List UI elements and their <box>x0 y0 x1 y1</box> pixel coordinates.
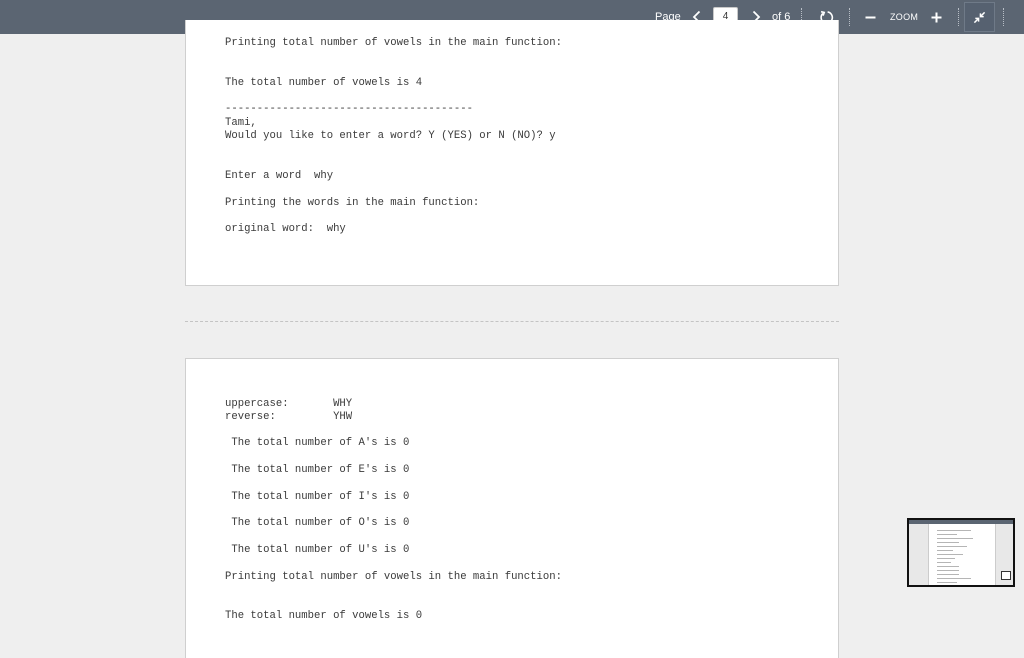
document-text-line: The total number of U's is 0 <box>225 544 410 556</box>
zoom-label: ZOOM <box>890 12 919 22</box>
document-text-line: The total number of E's is 0 <box>225 464 410 476</box>
page-separator <box>185 321 839 322</box>
toolbar-divider <box>849 8 850 26</box>
page-thumbnail-navigator[interactable] <box>907 518 1015 587</box>
document-text-line: Enter a word why <box>225 170 334 182</box>
document-text-line: reverse: YHW <box>225 411 353 423</box>
document-page: uppercase: WHY reverse: YHW The total nu… <box>185 358 839 658</box>
document-text-line: uppercase: WHY <box>225 398 353 410</box>
document-text-line: The total number of I's is 0 <box>225 491 410 503</box>
thumbnail-viewport-box[interactable] <box>1001 571 1011 580</box>
document-text-line: Printing the words in the main function: <box>225 197 480 209</box>
zoom-in-button[interactable] <box>928 0 944 34</box>
toolbar-divider <box>1003 8 1004 26</box>
toolbar-divider <box>958 8 959 26</box>
page-thumbnail-icon <box>928 524 996 585</box>
minus-icon <box>865 16 875 18</box>
document-text-line: Tami, <box>225 117 257 129</box>
document-text-line: --------------------------------------- <box>225 103 473 115</box>
document-text-line: Printing total number of vowels in the m… <box>225 37 562 49</box>
zoom-out-button[interactable] <box>862 0 878 34</box>
document-text-line: The total number of A's is 0 <box>225 437 410 449</box>
document-text-line: Would you like to enter a word? Y (YES) … <box>225 130 556 142</box>
document-text-line: The total number of vowels is 0 <box>225 610 423 622</box>
exit-fullscreen-icon <box>973 11 986 23</box>
exit-fullscreen-button[interactable] <box>964 2 995 32</box>
document-text-line: original word: why <box>225 223 346 235</box>
plus-icon <box>931 12 941 22</box>
document-text-line: The total number of O's is 0 <box>225 517 410 529</box>
document-text-line: The total number of vowels is 4 <box>225 77 423 89</box>
document-page: Printing total number of vowels in the m… <box>185 20 839 286</box>
document-text-line: Printing total number of vowels in the m… <box>225 571 562 583</box>
